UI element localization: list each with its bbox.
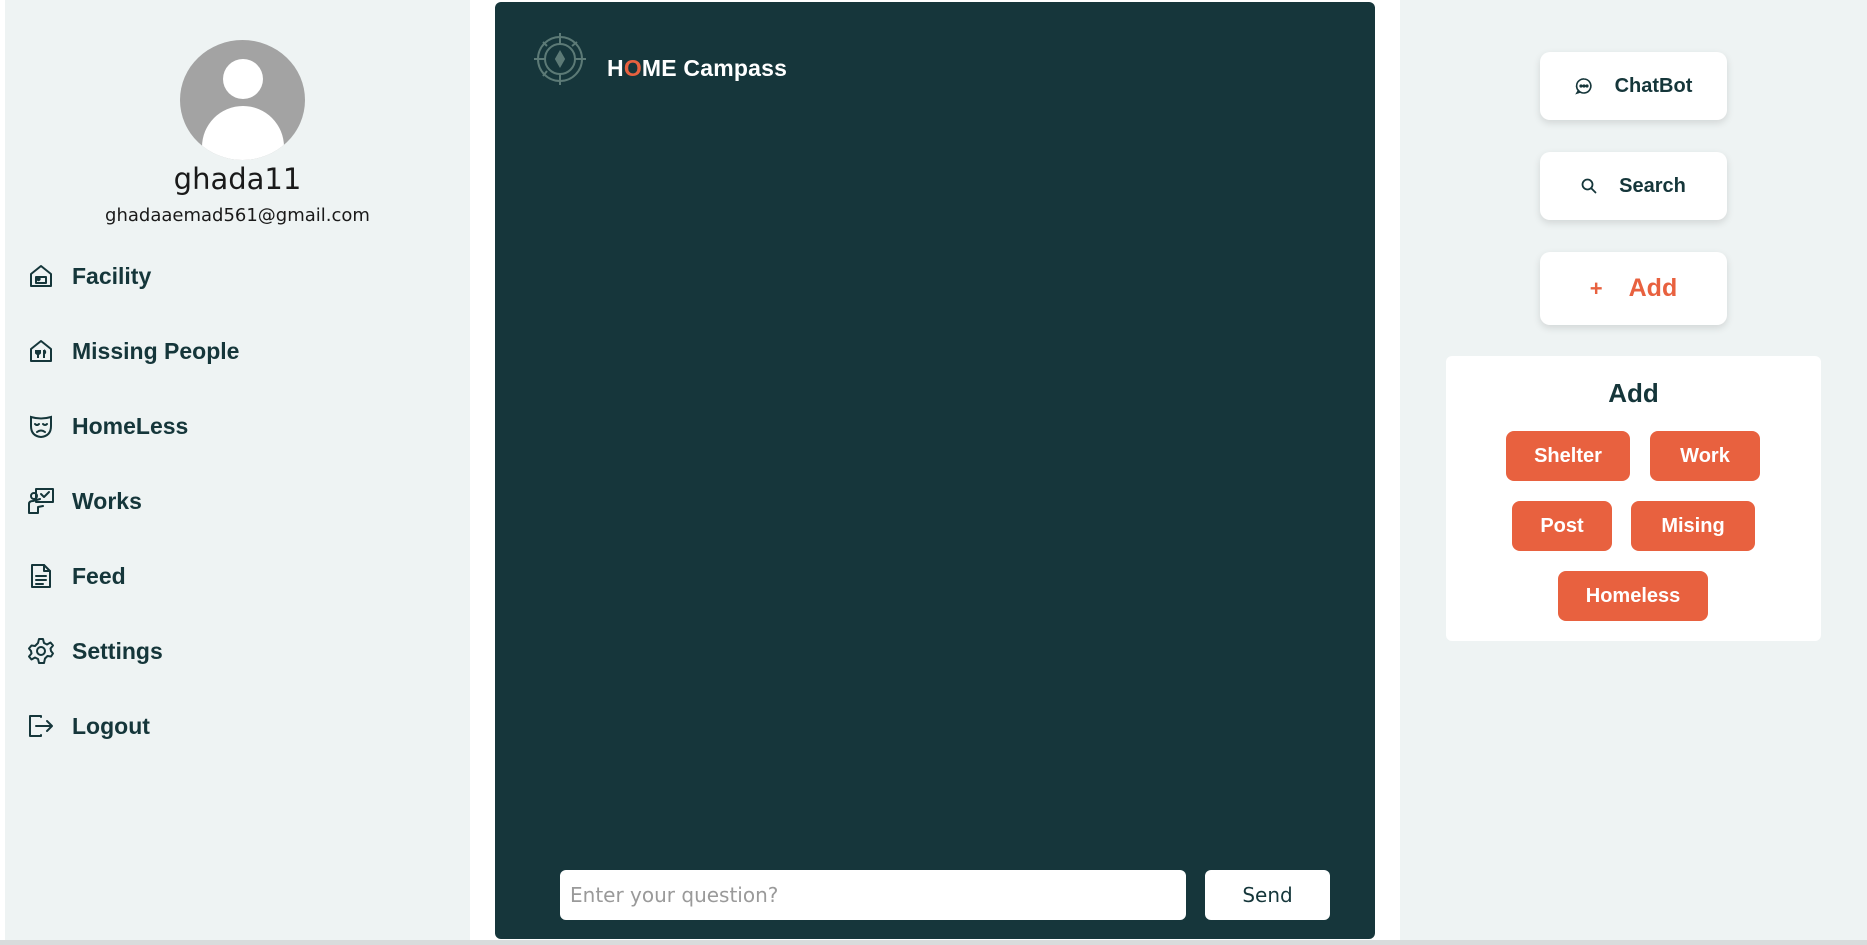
add-card-title: Add	[1608, 378, 1659, 408]
add-post-button[interactable]: Post	[1512, 501, 1612, 551]
add-shelter-button[interactable]: Shelter	[1506, 431, 1630, 481]
logout-icon	[25, 710, 57, 742]
search-icon	[1581, 178, 1597, 194]
user-email: ghadaaemad561@gmail.com	[105, 205, 370, 226]
search-label: Search	[1619, 174, 1686, 197]
plus-icon: +	[1589, 275, 1603, 301]
sidebar-item-feed[interactable]: Feed	[25, 556, 126, 596]
search-button[interactable]: Search	[1540, 152, 1727, 220]
question-input[interactable]	[560, 870, 1186, 920]
sidebar-item-facility[interactable]: Facility	[25, 256, 151, 296]
avatar[interactable]	[180, 40, 305, 160]
sidebar-item-logout[interactable]: Logout	[25, 706, 150, 746]
chatbot-label: ChatBot	[1614, 74, 1693, 97]
add-missing-button[interactable]: Mising	[1631, 501, 1755, 551]
brand-o: O	[623, 55, 642, 81]
sidebar-item-works[interactable]: Works	[25, 481, 142, 521]
brand-rest: ME Campass	[641, 55, 788, 81]
sidebar-item-label: Logout	[72, 712, 150, 739]
app-root: ghada11 ghadaaemad561@gmail.com Facility…	[0, 0, 1867, 945]
sidebar-item-settings[interactable]: Settings	[25, 631, 163, 671]
sidebar-item-missing-people[interactable]: Missing People	[25, 331, 239, 371]
right-panel: ChatBot Search + Add Add Shelter Work Po…	[1400, 0, 1867, 940]
sidebar-item-label: Settings	[72, 637, 163, 664]
document-icon	[25, 560, 57, 592]
sidebar-item-label: Works	[72, 487, 142, 514]
facility-icon	[25, 260, 57, 292]
add-homeless-button[interactable]: Homeless	[1558, 571, 1708, 621]
works-icon	[25, 485, 57, 517]
compass-logo-icon	[531, 30, 589, 88]
chatbot-button[interactable]: ChatBot	[1540, 52, 1727, 120]
add-work-button[interactable]: Work	[1650, 431, 1760, 481]
chat-panel: HOME Campass Send	[495, 2, 1375, 939]
sidebar-item-label: Facility	[72, 262, 152, 289]
brand-h: H	[607, 55, 624, 81]
avatar-body	[202, 106, 284, 160]
username: ghada11	[173, 162, 302, 196]
bottom-scrollbar[interactable]	[0, 940, 1867, 945]
add-label: Add	[1628, 274, 1678, 302]
sidebar-item-label: Feed	[72, 562, 126, 589]
gear-icon	[25, 635, 57, 667]
sidebar: ghada11 ghadaaemad561@gmail.com Facility…	[5, 0, 470, 940]
avatar-head	[223, 59, 263, 99]
send-button[interactable]: Send	[1205, 870, 1330, 920]
add-button[interactable]: + Add	[1540, 252, 1727, 325]
missing-people-icon	[25, 335, 57, 367]
sidebar-item-homeless[interactable]: HomeLess	[25, 406, 188, 446]
chat-bubble-icon	[1574, 77, 1593, 95]
sidebar-item-label: Missing People	[72, 337, 240, 364]
brand-title: HOME Campass	[607, 55, 787, 82]
mask-icon	[25, 410, 57, 442]
sidebar-item-label: HomeLess	[72, 412, 189, 439]
add-options-card: Add Shelter Work Post Mising Homeless	[1446, 356, 1821, 641]
